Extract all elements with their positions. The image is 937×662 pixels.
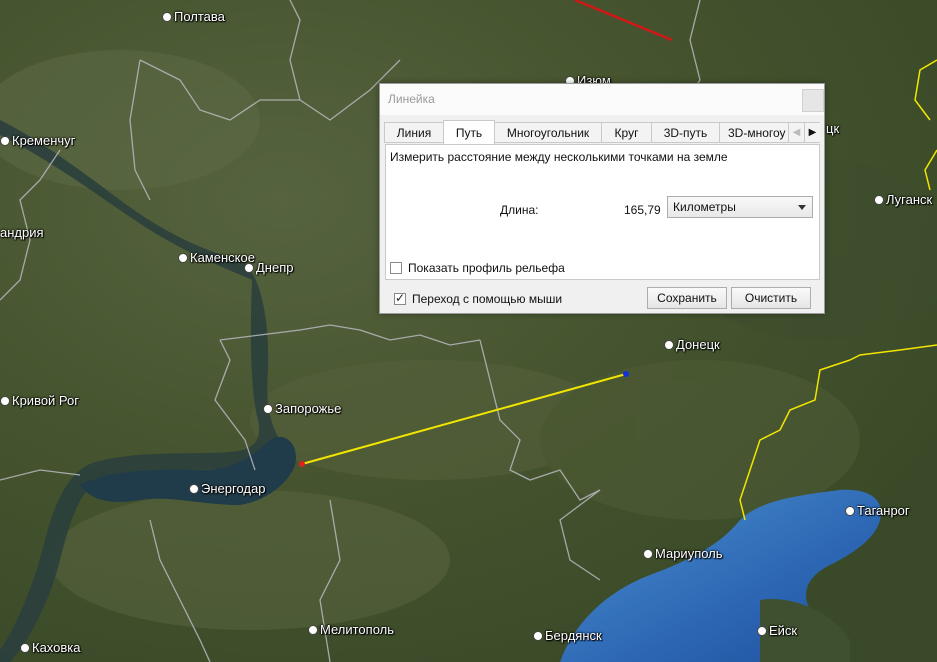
place-marker-icon <box>0 135 10 146</box>
city-label-zaporozhye: Запорожье <box>263 401 341 416</box>
close-button[interactable] <box>802 89 824 112</box>
path-description: Измерить расстояние между несколькими то… <box>390 150 728 164</box>
save-button[interactable]: Сохранить <box>647 287 727 309</box>
city-name: Запорожье <box>275 401 342 416</box>
tab-scroll-right-button[interactable]: ▶ <box>804 122 820 143</box>
city-label-donetsk: Донецк <box>664 337 720 352</box>
chevron-down-icon <box>798 205 806 210</box>
city-name: Кривой Рог <box>12 393 79 408</box>
place-marker-icon <box>263 403 273 414</box>
city-label-mariupol: Мариуполь <box>643 546 723 561</box>
mouse-nav-checkbox[interactable] <box>394 291 406 305</box>
city-label-melitopol: Мелитополь <box>308 622 394 637</box>
tab-label: 3D-путь <box>663 125 708 140</box>
place-marker-icon <box>845 505 855 516</box>
city-label-krivoy-rog: Кривой Рог <box>0 393 79 408</box>
length-label: Длина: <box>500 203 539 217</box>
show-profile-row[interactable]: Показать профиль рельефа <box>390 261 565 275</box>
tab-panel-path: Измерить расстояние между несколькими то… <box>385 144 820 280</box>
tab-label: Путь <box>455 126 483 140</box>
tab-line[interactable]: Линия <box>384 122 444 143</box>
tab-3d-path[interactable]: 3D-путь <box>651 122 720 143</box>
unit-select-value: Километры <box>673 200 736 214</box>
city-name: Мелитополь <box>320 622 395 637</box>
tab-circle[interactable]: Круг <box>601 122 652 143</box>
place-marker-icon <box>643 548 653 559</box>
tab-label: Линия <box>396 125 432 140</box>
city-label-aleksandriya: андрия <box>0 225 44 240</box>
place-marker-icon <box>533 630 543 641</box>
city-name: Энергодар <box>201 481 266 496</box>
city-name: Донецк <box>676 337 720 352</box>
place-marker-icon <box>0 395 10 406</box>
tab-3d-polygon[interactable]: 3D-многоу <box>719 122 791 143</box>
city-label-dnepr: Днепр <box>244 260 293 275</box>
show-profile-checkbox[interactable] <box>390 262 402 274</box>
save-button-label: Сохранить <box>657 291 717 305</box>
ruler-tabs: Линия Путь Многоугольник Круг 3D-путь 3D… <box>384 120 820 144</box>
place-marker-icon <box>162 11 172 22</box>
city-label-eysk: Ейск <box>757 623 797 638</box>
city-name: Днепр <box>256 260 294 275</box>
place-marker-icon <box>244 262 254 273</box>
city-label-energodar: Энергодар <box>189 481 265 496</box>
place-marker-icon <box>664 339 674 350</box>
tab-label: Многоугольник <box>506 125 590 140</box>
show-profile-label: Показать профиль рельефа <box>408 261 565 275</box>
mouse-nav-row[interactable]: Переход с помощью мыши <box>394 291 563 306</box>
place-marker-icon <box>874 194 884 205</box>
chevron-left-icon: ◀ <box>792 127 801 138</box>
place-marker-icon <box>757 625 767 636</box>
unit-select[interactable]: Километры <box>667 196 813 218</box>
tab-path[interactable]: Путь <box>443 120 495 144</box>
tab-polygon[interactable]: Многоугольник <box>494 122 602 143</box>
city-name: андрия <box>0 225 44 240</box>
mouse-nav-label: Переход с помощью мыши <box>412 292 563 306</box>
place-marker-icon <box>308 624 318 635</box>
city-label-taganrog: Таганрог <box>845 503 910 518</box>
clear-button[interactable]: Очистить <box>731 287 811 309</box>
city-name: цк <box>826 121 840 136</box>
tab-label: Круг <box>614 125 639 140</box>
path-end-point[interactable] <box>623 371 629 377</box>
city-label-partial-tsk: цк <box>826 121 839 136</box>
city-name: Таганрог <box>857 503 910 518</box>
place-marker-icon <box>20 642 30 653</box>
dialog-title: Линейка <box>388 92 435 106</box>
city-label-kremenchug: Кременчуг <box>0 133 75 148</box>
city-name: Полтава <box>174 9 225 24</box>
tab-label: 3D-многоу <box>728 125 786 140</box>
length-value: 165,79 <box>624 203 661 217</box>
city-name: Мариуполь <box>655 546 723 561</box>
place-marker-icon <box>178 252 188 263</box>
place-marker-icon <box>189 483 199 494</box>
dialog-titlebar[interactable]: Линейка <box>380 84 824 115</box>
city-label-kakhovka: Каховка <box>20 640 81 655</box>
chevron-right-icon: ▶ <box>808 127 817 138</box>
city-name: Бердянск <box>545 628 602 643</box>
clear-button-label: Очистить <box>744 291 798 305</box>
city-label-lugansk: Луганск <box>874 192 932 207</box>
city-label-poltava: Полтава <box>162 9 225 24</box>
city-name: Луганск <box>886 192 933 207</box>
city-label-berdyansk: Бердянск <box>533 628 602 643</box>
tab-scroll-left-button[interactable]: ◀ <box>788 122 805 143</box>
city-name: Кременчуг <box>12 133 76 148</box>
city-name: Каховка <box>32 640 81 655</box>
city-name: Ейск <box>769 623 798 638</box>
ruler-dialog: Линейка Линия Путь Многоугольник Круг 3D… <box>379 83 825 314</box>
path-start-point[interactable] <box>299 461 305 467</box>
